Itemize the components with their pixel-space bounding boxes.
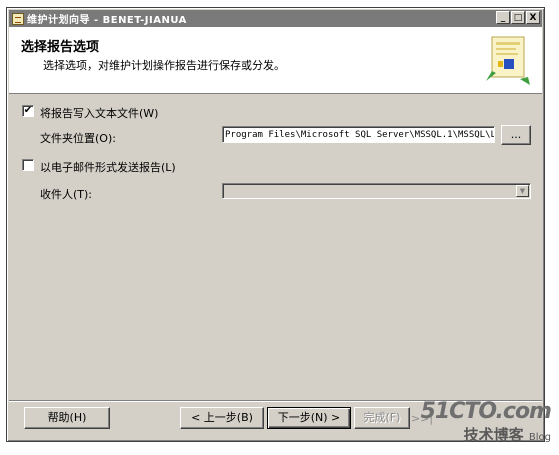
next-button[interactable]: 下一步(N) > [267, 407, 351, 429]
email-report-label: 以电子邮件形式发送报告(L) [40, 161, 176, 174]
title-bar[interactable]: 维护计划向导 - BENET-JIANUA _ □ X [9, 10, 542, 27]
recipient-select[interactable]: ▼ [222, 183, 531, 199]
maximize-button[interactable]: □ [511, 11, 525, 24]
email-report-checkbox[interactable] [22, 159, 34, 171]
page-title: 选择报告选项 [21, 40, 100, 55]
wizard-header: 选择报告选项 选择选项，对维护计划操作报告进行保存或分发。 [9, 27, 542, 94]
footer-separator [9, 400, 542, 402]
finish-skip-indicator: >>| [411, 412, 434, 425]
report-wizard-icon [486, 36, 530, 85]
folder-location-input[interactable]: Program Files\Microsoft SQL Server\MSSQL… [222, 126, 495, 143]
minimize-button[interactable]: _ [496, 11, 510, 24]
back-button[interactable]: < 上一步(B) [180, 407, 264, 429]
write-to-file-checkbox[interactable]: ✔ [22, 105, 34, 117]
wizard-window: 维护计划向导 - BENET-JIANUA _ □ X 选择报告选项 选择选项，… [6, 7, 545, 442]
folder-location-label: 文件夹位置(O): [40, 132, 116, 145]
help-button[interactable]: 帮助(H) [24, 407, 110, 429]
window-controls: _ □ X [496, 11, 540, 24]
window-title: 维护计划向导 - BENET-JIANUA [27, 15, 187, 26]
recipient-label: 收件人(T): [40, 188, 93, 201]
chevron-down-icon[interactable]: ▼ [516, 185, 529, 197]
browse-button[interactable]: ... [501, 125, 531, 145]
close-button[interactable]: X [526, 11, 540, 24]
app-icon [12, 12, 24, 25]
page-subtitle: 选择选项，对维护计划操作报告进行保存或分发。 [43, 59, 285, 72]
write-to-file-label: 将报告写入文本文件(W) [40, 107, 159, 120]
finish-button[interactable]: 完成(F) [354, 407, 410, 429]
